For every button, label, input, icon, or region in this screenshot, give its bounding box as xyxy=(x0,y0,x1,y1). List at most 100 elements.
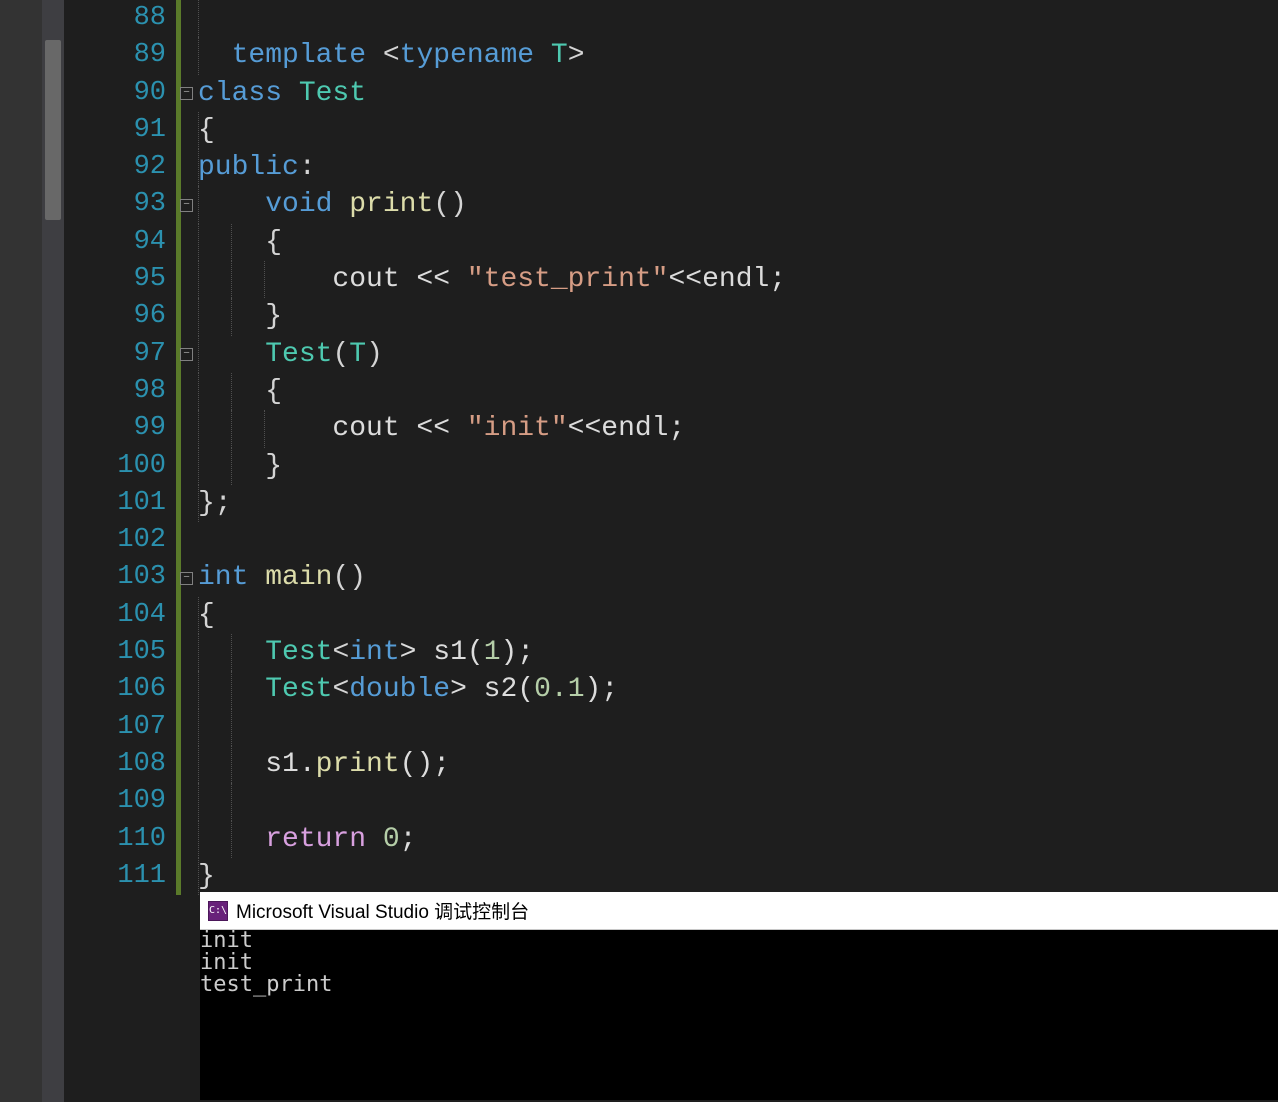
code-token: { xyxy=(198,600,215,631)
line-number-gutter[interactable]: 8889909192939495969798991001011021031041… xyxy=(64,0,176,1102)
code-line[interactable]: } xyxy=(181,858,1278,895)
editor-margin xyxy=(0,0,42,1102)
code-line[interactable]: return 0; xyxy=(181,821,1278,858)
code-token: > s1( xyxy=(400,637,484,668)
line-number[interactable]: 98 xyxy=(64,373,166,410)
code-token xyxy=(282,78,299,109)
code-token: class xyxy=(198,78,282,109)
code-token: ; xyxy=(400,824,417,855)
code-token: typename xyxy=(400,40,534,71)
code-token: double xyxy=(349,674,450,705)
code-token: < xyxy=(332,637,349,668)
code-token: 0.1 xyxy=(534,674,584,705)
code-token xyxy=(198,40,232,71)
scrollbar-thumb[interactable] xyxy=(45,40,61,220)
code-token: T xyxy=(551,40,568,71)
code-line[interactable]: Test<int> s1(1); xyxy=(181,634,1278,671)
code-line[interactable]: Test<double> s2(0.1); xyxy=(181,671,1278,708)
code-token: print xyxy=(349,189,433,220)
code-token xyxy=(332,189,349,220)
line-number[interactable]: 90 xyxy=(64,75,166,112)
line-number[interactable]: 103 xyxy=(64,559,166,596)
line-number[interactable]: 109 xyxy=(64,783,166,820)
line-number[interactable]: 96 xyxy=(64,298,166,335)
code-token: int xyxy=(349,637,399,668)
line-number[interactable]: 93 xyxy=(64,186,166,223)
console-output[interactable]: initinittest_print xyxy=(200,930,1278,1100)
console-line: init xyxy=(200,930,1278,952)
code-line[interactable] xyxy=(181,0,1278,37)
code-line[interactable]: s1.print(); xyxy=(181,746,1278,783)
code-token: ); xyxy=(585,674,619,705)
code-token: return xyxy=(265,824,366,855)
line-number[interactable]: 107 xyxy=(64,709,166,746)
code-line[interactable]: public: xyxy=(181,149,1278,186)
line-number[interactable]: 106 xyxy=(64,671,166,708)
code-token: : xyxy=(299,152,316,183)
code-line[interactable]: class Test xyxy=(181,75,1278,112)
line-number[interactable]: 101 xyxy=(64,485,166,522)
line-number[interactable]: 108 xyxy=(64,746,166,783)
code-token: ); xyxy=(501,637,535,668)
code-token: <<endl; xyxy=(668,264,786,295)
code-line[interactable] xyxy=(181,783,1278,820)
line-number[interactable]: 89 xyxy=(64,37,166,74)
code-token: void xyxy=(265,189,332,220)
line-number[interactable]: 102 xyxy=(64,522,166,559)
code-token: T xyxy=(349,339,366,370)
console-icon: C:\ xyxy=(208,901,228,921)
code-token xyxy=(366,824,383,855)
code-line[interactable]: void print() xyxy=(181,186,1278,223)
code-token: (); xyxy=(400,749,450,780)
code-line[interactable]: Test(T) xyxy=(181,336,1278,373)
line-number[interactable]: 111 xyxy=(64,858,166,895)
code-token: { xyxy=(198,227,282,258)
code-line[interactable]: { xyxy=(181,597,1278,634)
code-token: cout << xyxy=(198,413,467,444)
console-title-bar[interactable]: C:\ Microsoft Visual Studio 调试控制台 xyxy=(200,892,1278,930)
code-token: template xyxy=(232,40,366,71)
console-title-text: Microsoft Visual Studio 调试控制台 xyxy=(236,897,529,924)
code-token: ( xyxy=(332,339,349,370)
code-line[interactable] xyxy=(181,522,1278,559)
code-token: 0 xyxy=(383,824,400,855)
line-number[interactable]: 110 xyxy=(64,821,166,858)
line-number[interactable]: 105 xyxy=(64,634,166,671)
code-token: int xyxy=(198,562,248,593)
code-line[interactable]: }; xyxy=(181,485,1278,522)
code-token: 1 xyxy=(484,637,501,668)
line-number[interactable]: 92 xyxy=(64,149,166,186)
line-number[interactable]: 100 xyxy=(64,448,166,485)
line-number[interactable]: 95 xyxy=(64,261,166,298)
code-token: } xyxy=(198,301,282,332)
code-token: "test_print" xyxy=(467,264,669,295)
console-line: init xyxy=(200,952,1278,974)
code-line[interactable]: { xyxy=(181,224,1278,261)
code-line[interactable]: { xyxy=(181,112,1278,149)
code-line[interactable]: { xyxy=(181,373,1278,410)
line-number[interactable]: 99 xyxy=(64,410,166,447)
code-token xyxy=(248,562,265,593)
code-token: > s2( xyxy=(450,674,534,705)
line-number[interactable]: 94 xyxy=(64,224,166,261)
code-token: } xyxy=(198,861,215,892)
line-number[interactable]: 88 xyxy=(64,0,166,37)
code-token: public xyxy=(198,152,299,183)
code-token: s1. xyxy=(198,749,316,780)
code-token: Test xyxy=(265,674,332,705)
code-line[interactable]: } xyxy=(181,298,1278,335)
line-number[interactable]: 97 xyxy=(64,336,166,373)
line-number[interactable]: 104 xyxy=(64,597,166,634)
code-line[interactable]: int main() xyxy=(181,559,1278,596)
code-line[interactable]: template <typename T> xyxy=(181,37,1278,74)
code-line[interactable] xyxy=(181,709,1278,746)
vertical-scrollbar[interactable] xyxy=(42,0,64,1102)
code-token xyxy=(198,189,265,220)
code-token: Test xyxy=(265,339,332,370)
code-line[interactable]: cout << "init"<<endl; xyxy=(181,410,1278,447)
code-line[interactable]: } xyxy=(181,448,1278,485)
line-number[interactable]: 91 xyxy=(64,112,166,149)
code-token xyxy=(198,339,265,370)
code-token: > xyxy=(568,40,585,71)
code-line[interactable]: cout << "test_print"<<endl; xyxy=(181,261,1278,298)
